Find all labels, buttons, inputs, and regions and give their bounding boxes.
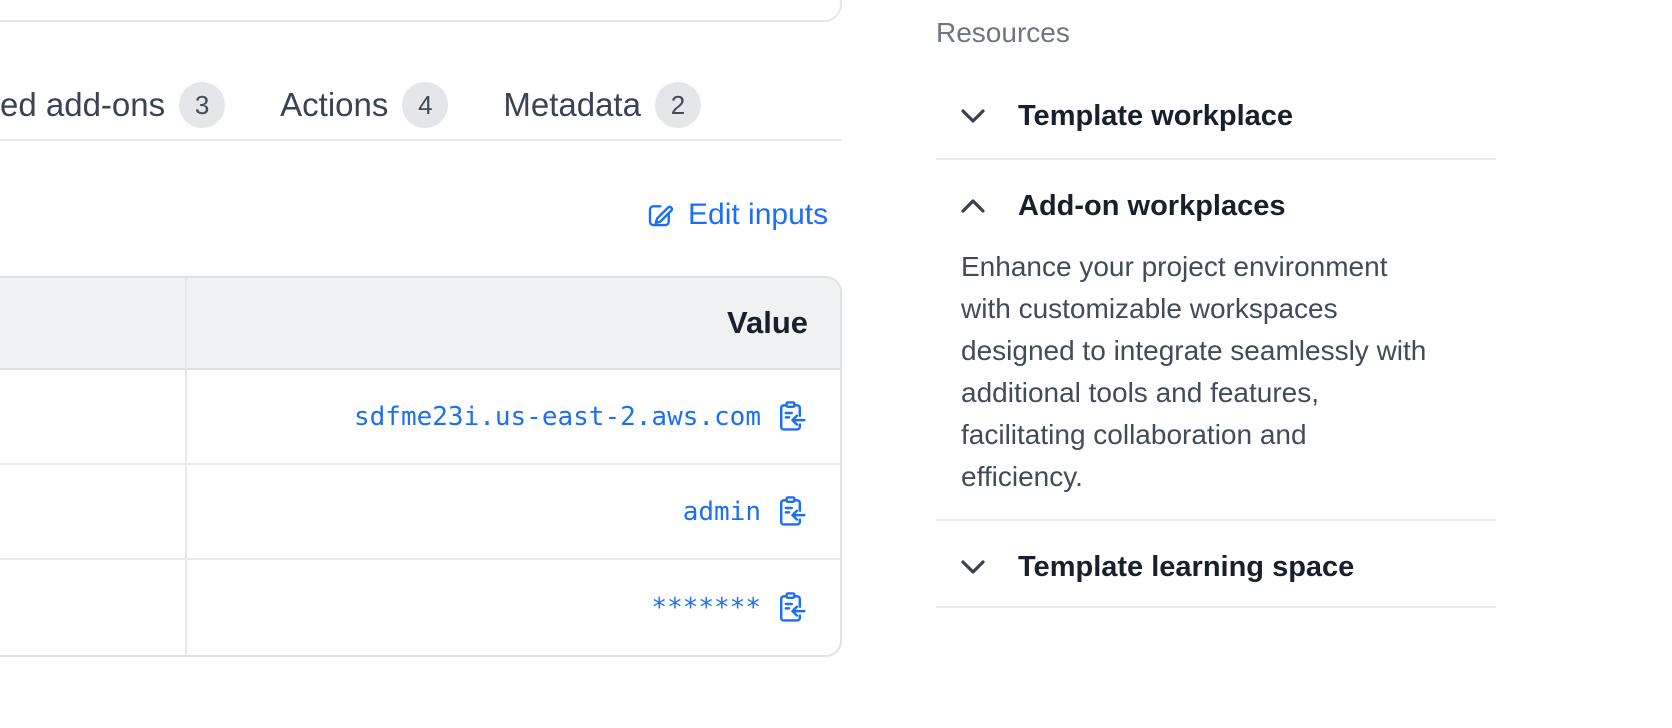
table-header-row: Value — [0, 278, 840, 370]
description-line: efficiency. — [961, 456, 1496, 498]
section-title: Template learning space — [1018, 545, 1354, 589]
copy-to-clipboard-icon[interactable] — [775, 591, 806, 624]
edit-inputs-button[interactable]: Edit inputs — [645, 198, 828, 232]
accordion-section-add-on-workplaces: Add-on workplaces Enhance your project e… — [936, 160, 1496, 521]
description-line: facilitating collaboration and — [961, 414, 1496, 456]
section-title: Add-on workplaces — [1018, 184, 1286, 228]
description-line: additional tools and features, — [961, 372, 1496, 414]
tab-bar: ed add-ons 3 Actions 4 Metadata 2 — [0, 82, 701, 128]
name-cell — [0, 560, 187, 655]
tab-metadata[interactable]: Metadata 2 — [503, 82, 701, 128]
section-description: Enhance your project environment with cu… — [961, 246, 1496, 519]
description-line: designed to integrate seamlessly with — [961, 330, 1496, 372]
copy-to-clipboard-icon[interactable] — [775, 495, 806, 528]
chevron-down-icon — [961, 108, 985, 124]
edit-pencil-icon — [645, 200, 675, 230]
tab-installed-add-ons[interactable]: ed add-ons 3 — [0, 82, 225, 128]
resources-title: Resources — [936, 18, 1496, 48]
name-cell — [0, 465, 187, 558]
name-cell — [0, 370, 187, 463]
accordion-header-template-workplace[interactable]: Template workplace — [936, 48, 1496, 158]
description-line: with customizable workspaces — [961, 288, 1496, 330]
tab-label: ed add-ons — [0, 86, 165, 124]
copy-to-clipboard-icon[interactable] — [775, 400, 806, 433]
value-column-header: Value — [187, 278, 840, 368]
tab-label: Actions — [280, 86, 388, 124]
tab-actions[interactable]: Actions 4 — [280, 82, 448, 128]
tab-count-badge: 3 — [179, 82, 225, 128]
accordion-section-template-workplace: Template workplace — [936, 48, 1496, 160]
resources-panel: Resources Template workplace Add-on work… — [936, 18, 1496, 608]
description-line: Enhance your project environment — [961, 246, 1496, 288]
table-row: admin — [0, 465, 840, 560]
accordion-section-template-learning-space: Template learning space — [936, 521, 1496, 608]
value-cell-host[interactable]: sdfme23i.us-east-2.aws.com — [354, 402, 761, 432]
tab-count-badge: 2 — [655, 82, 701, 128]
edit-inputs-label: Edit inputs — [688, 198, 828, 232]
accordion-header-add-on-workplaces[interactable]: Add-on workplaces — [936, 160, 1496, 228]
tab-count-badge: 4 — [402, 82, 448, 128]
table-row: sdfme23i.us-east-2.aws.com — [0, 370, 840, 465]
inputs-table: Value sdfme23i.us-east-2.aws.com admin — [0, 276, 842, 657]
table-row: ******* — [0, 560, 840, 655]
value-cell-password-masked[interactable]: ******* — [651, 593, 761, 623]
chevron-up-icon — [961, 198, 985, 214]
value-cell-username[interactable]: admin — [683, 497, 761, 527]
chevron-down-icon — [961, 559, 985, 575]
accordion-header-template-learning-space[interactable]: Template learning space — [936, 521, 1496, 606]
tab-label: Metadata — [503, 86, 641, 124]
name-column-header — [0, 278, 187, 368]
section-title: Template workplace — [1018, 94, 1293, 138]
tabs-divider — [0, 139, 842, 141]
clipped-card-above — [0, 0, 842, 22]
